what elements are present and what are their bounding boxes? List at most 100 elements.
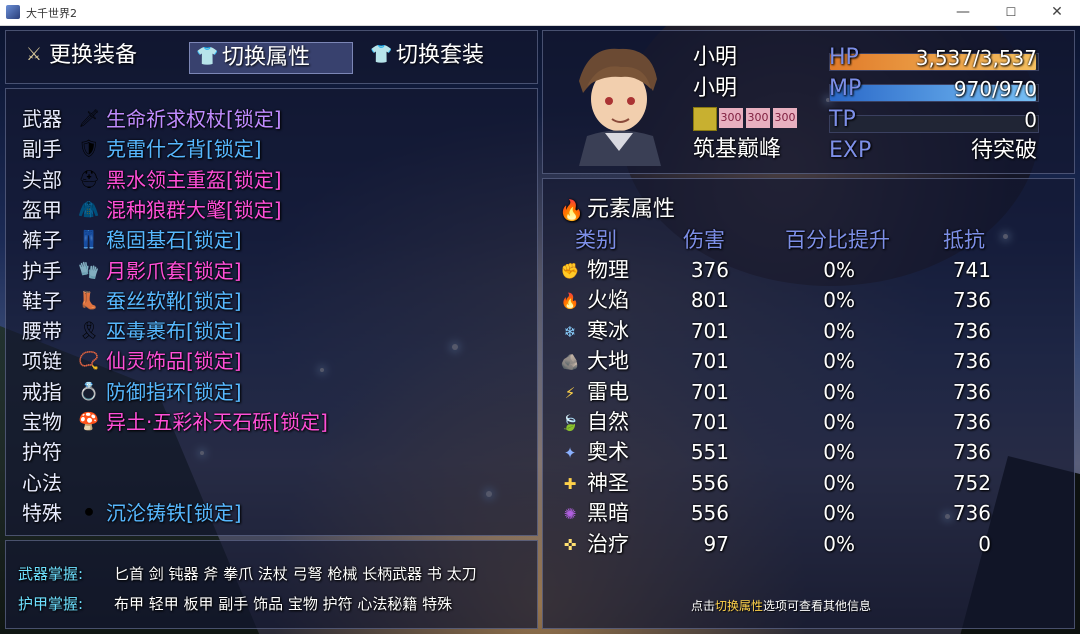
exp-label: EXP [829,138,872,163]
command-menu: ⚔ 更换装备 👕 切换属性 👕 切换套装 [5,30,538,84]
element-damage: 701 [690,379,729,404]
flame-icon: 🔥 [560,292,580,311]
menu-switch-set[interactable]: 👕 切换套装 [370,41,510,71]
hp-label: HP [829,45,859,70]
slot-label: 鞋子 [22,288,62,313]
gauntlet-icon: 🧤 [78,260,100,281]
col-header-percent: 百分比提升 [785,228,890,252]
element-damage: 97 [703,531,729,556]
element-name: 寒冰 [587,318,629,343]
equipment-slot-row[interactable]: 特殊 ⚫ 沉沦铸铁[锁定] [6,499,526,527]
element-name: 神圣 [587,470,629,495]
window-title: 大千世界2 [26,7,77,20]
equipped-item-name: 巫毒裹布[锁定] [106,319,242,344]
mp-label: MP [829,76,862,101]
mastery-panel: 武器掌握: 匕首 剑 钝器 斧 拳爪 法杖 弓弩 枪械 长柄武器 书 太刀 护甲… [5,540,538,629]
equipment-slot-row[interactable]: 副手 🛡 克雷什之背[锁定] [6,135,526,163]
element-resist: 736 [952,379,991,404]
slot-label: 副手 [22,137,62,162]
equipped-item-name: 异土·五彩补天石砾[锁定] [106,410,328,434]
character-realm: 筑基巅峰 [693,137,782,162]
armor-icon: 👕 [196,46,219,67]
spiral-state-icon [693,107,717,131]
element-percent: 0% [823,258,855,282]
elements-panel: 🔥 元素属性 类别 伤害 百分比提升 抵抗 ✊ 物理 376 0% 741 🔥 火焰 801 0… [542,178,1075,629]
character-portrait [579,48,661,166]
window-titlebar: 大千世界2 — ☐ ✕ [0,0,1080,26]
equipped-item-name: 稳固基石[锁定] [106,228,242,253]
state-badge: 300 [746,108,770,128]
element-percent: 0% [823,501,855,526]
dark-icon: ✺ [563,505,577,524]
close-button[interactable]: ✕ [1034,0,1080,25]
equipment-slot-row[interactable]: 戒指 💍 防御指环[锁定] [6,378,526,406]
shell-icon: 🛡 [78,139,100,160]
equipment-slot-row[interactable]: 宝物 🍄 异土·五彩补天石砾[锁定] [6,408,526,436]
maximize-button[interactable]: ☐ [988,0,1034,25]
element-damage: 801 [690,288,729,313]
rock-icon: 🪨 [560,353,580,372]
element-damage: 551 [690,440,729,465]
equipment-slot-row[interactable]: 心法 [6,469,526,497]
equipped-item-name: 黑水领主重盔[锁定] [106,167,282,192]
armor-icon: 👕 [370,44,393,65]
slot-label: 武器 [22,107,62,131]
slot-label: 盔甲 [22,197,62,222]
slot-label: 项链 [22,349,62,374]
equipment-slot-row[interactable]: 腰带 🎗 巫毒裹布[锁定] [6,317,526,345]
character-class: 小明 [693,76,738,101]
equipment-slot-row[interactable]: 护手 🧤 月影爪套[锁定] [6,257,526,285]
slot-label: 裤子 [22,228,62,253]
helmet-icon: ⛑ [78,169,100,190]
armor-mastery-label: 护甲掌握: [18,595,84,613]
menu-switch-attributes[interactable]: 👕 切换属性 [189,42,353,74]
element-damage: 556 [690,501,729,526]
mp-value: 970/970 [953,77,1037,101]
element-name: 大地 [587,349,629,374]
weapon-mastery-label: 武器掌握: [18,565,84,583]
equipment-panel: 武器 🗡 生命祈求权杖[锁定] 副手 🛡 克雷什之背[锁定] 头部 ⛑ 黑水领主重盔[锁定] 盔甲… [5,88,538,536]
snowflake-icon: ❄ [563,322,577,341]
state-badge: 300 [773,108,797,128]
equipment-slot-row[interactable]: 武器 🗡 生命祈求权杖[锁定] [6,105,526,133]
elements-title: 元素属性 [587,197,676,222]
col-header-damage: 伤害 [683,228,725,252]
equipped-item-name: 生命祈求权杖[锁定] [106,107,282,131]
equipment-slot-row[interactable]: 项链 📿 仙灵饰品[锁定] [6,347,526,375]
equipment-slot-row[interactable]: 裤子 👖 稳固基石[锁定] [6,226,526,254]
equipment-slot-row[interactable]: 鞋子 👢 蚕丝软靴[锁定] [6,287,526,315]
hp-value: 3,537/3,537 [915,46,1037,70]
element-resist: 736 [952,410,991,434]
element-name: 物理 [587,258,629,282]
element-damage: 701 [690,349,729,374]
element-name: 黑暗 [587,501,629,526]
element-name: 火焰 [587,288,629,313]
hint-text: 点击切换属性选项可查看其他信息 [691,599,872,613]
equipped-item-name: 仙灵饰品[锁定] [106,349,242,374]
element-name: 治疗 [587,531,629,556]
element-resist: 736 [952,349,991,374]
cloak-icon: 🧥 [78,199,100,220]
armor-mastery-list: 布甲 轻甲 板甲 副手 饰品 宝物 护符 心法秘籍 特殊 [114,595,453,613]
element-percent: 0% [823,470,855,495]
equipped-item-name: 防御指环[锁定] [106,379,242,404]
slot-label: 宝物 [22,410,62,434]
fist-icon: ✊ [560,262,580,280]
element-percent: 0% [823,318,855,343]
state-badge: 300 [719,108,743,128]
exp-value: 待突破 [970,138,1037,163]
leaf-icon: 🍃 [560,414,580,432]
staff-icon: 🗡 [78,109,100,129]
minimize-button[interactable]: — [940,0,986,25]
equipment-slot-row[interactable]: 护符 [6,438,526,466]
element-name: 奥术 [587,440,629,465]
element-damage: 556 [690,470,729,495]
menu-change-equipment[interactable]: ⚔ 更换装备 [23,41,163,71]
slot-label: 腰带 [22,319,62,344]
equipped-item-name: 混种狼群大氅[锁定] [106,197,282,222]
equipment-slot-row[interactable]: 盔甲 🧥 混种狼群大氅[锁定] [6,196,526,224]
holy-icon: ✚ [563,474,577,493]
equipped-item-name: 蚕丝软靴[锁定] [106,288,242,313]
equipment-slot-row[interactable]: 头部 ⛑ 黑水领主重盔[锁定] [6,166,526,194]
character-status-panel: 小明 小明 300 300 300 筑基巅峰 HP 3,537/3,537 MP… [542,30,1075,174]
